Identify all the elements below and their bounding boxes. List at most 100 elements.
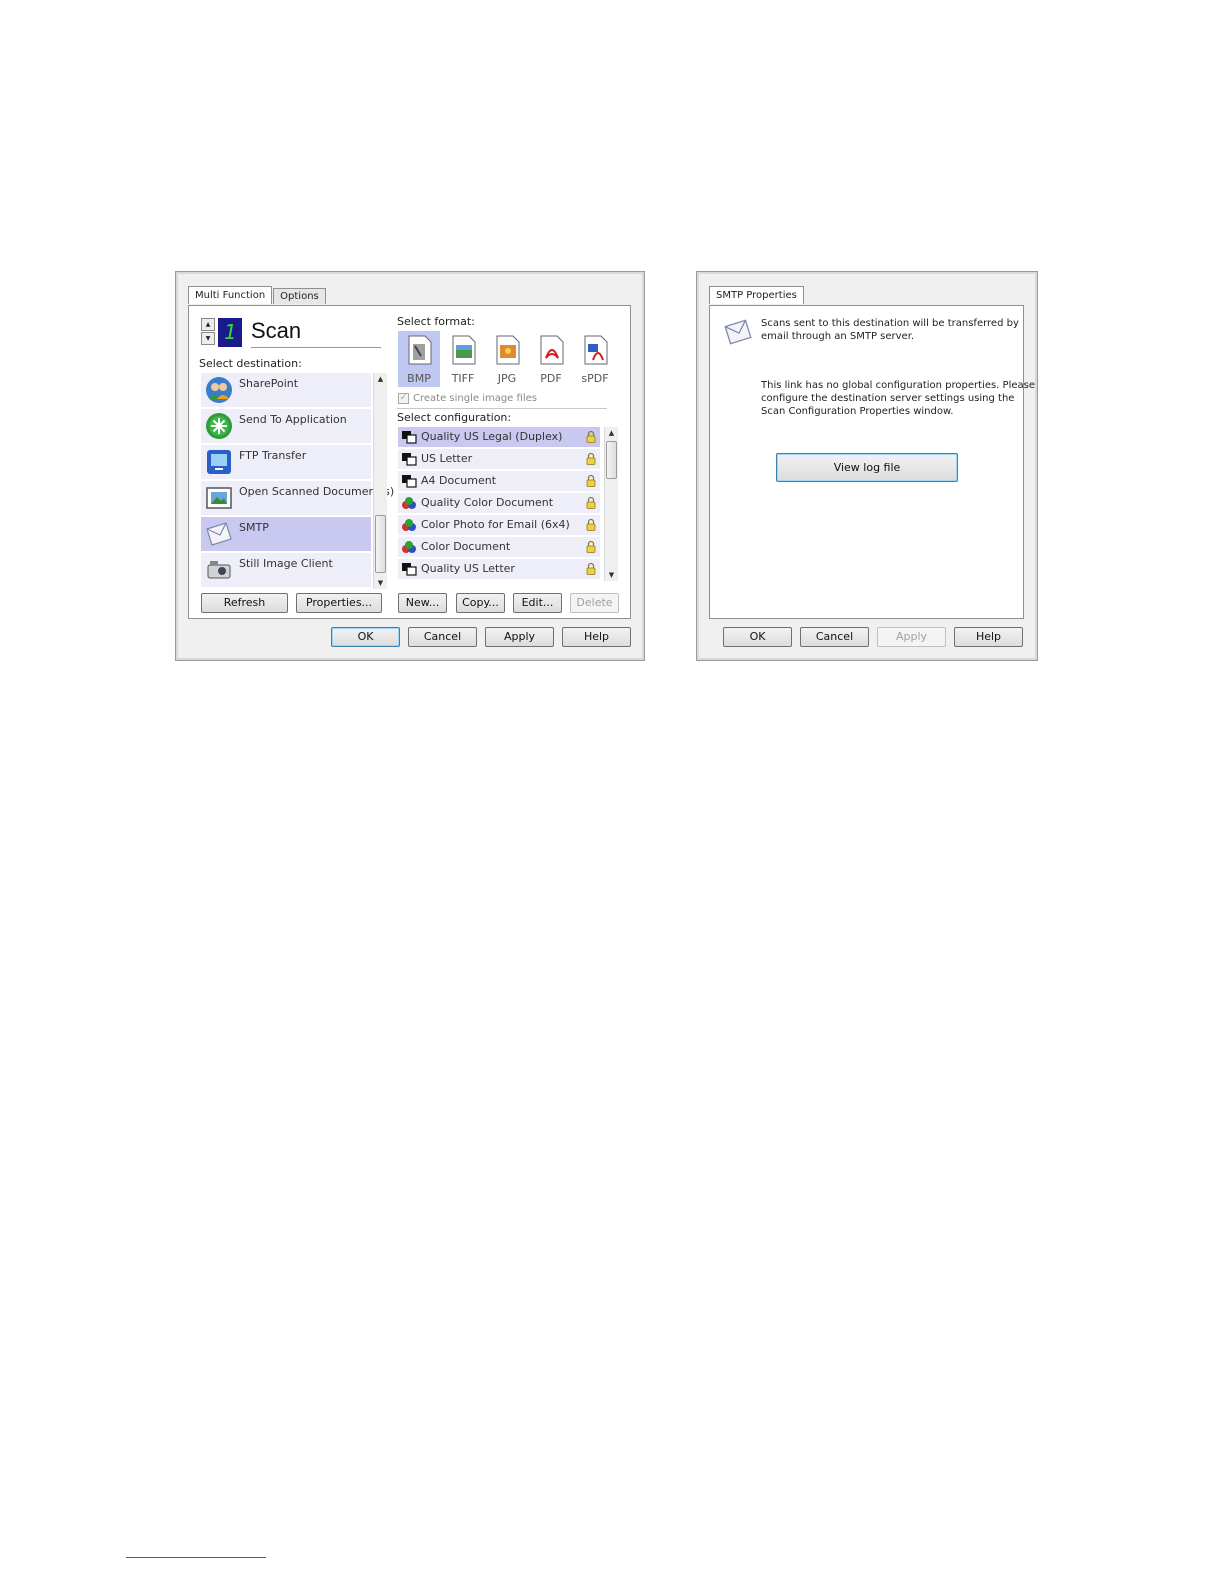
black-white-scan-icon [402, 453, 417, 466]
open-document-icon [206, 487, 232, 509]
scroll-thumb[interactable] [606, 441, 617, 479]
pdf-file-icon [540, 335, 564, 365]
help-button[interactable]: Help [562, 627, 631, 647]
configuration-scrollbar[interactable]: ▲ ▼ [604, 427, 618, 581]
select-format-label: Select format: [397, 315, 475, 328]
format-label: TIFF [451, 372, 475, 385]
destination-spinner[interactable]: ▲ ▼ [201, 318, 215, 346]
lock-icon [586, 518, 596, 531]
new-configuration-button[interactable]: New... [398, 593, 447, 613]
tiff-file-icon [452, 335, 476, 365]
format-label: PDF [540, 372, 562, 385]
color-scan-icon [402, 497, 416, 509]
scroll-down-arrow[interactable]: ▼ [374, 577, 387, 589]
multi-function-panel: ▲ ▼ 1 Scan Select destination: SharePoin… [188, 305, 631, 619]
one-touch-properties-window: Multi Function Options ▲ ▼ 1 Scan Select… [175, 271, 645, 661]
destination-item[interactable]: SharePoint [201, 373, 371, 407]
ok-button[interactable]: OK [331, 627, 400, 647]
destination-item[interactable]: Send To Application [201, 409, 371, 443]
scroll-up-arrow[interactable]: ▲ [605, 427, 618, 439]
delete-configuration-button[interactable]: Delete [570, 593, 619, 613]
scroll-up-arrow[interactable]: ▲ [374, 373, 387, 385]
configuration-label: US Letter [421, 452, 473, 465]
destination-item[interactable]: Still Image Client [201, 553, 371, 587]
destination-item[interactable]: FTP Transfer [201, 445, 371, 479]
still-image-client-icon [207, 561, 231, 579]
cancel-button[interactable]: Cancel [800, 627, 869, 647]
config-note-line1: This link has no global configuration pr… [761, 380, 1035, 391]
apply-button[interactable]: Apply [485, 627, 554, 647]
format-jpg[interactable]: JPG [486, 331, 528, 387]
destination-label: SMTP [239, 521, 269, 534]
smtp-envelope-icon [724, 319, 752, 345]
create-single-files-checkbox[interactable]: ✓ [398, 393, 409, 404]
cancel-button[interactable]: Cancel [408, 627, 477, 647]
scan-label: Scan [251, 318, 302, 343]
lock-icon [586, 540, 596, 553]
scroll-down-arrow[interactable]: ▼ [605, 569, 618, 581]
tab-smtp-properties[interactable]: SMTP Properties [709, 286, 804, 304]
destination-list[interactable]: SharePoint Send To Application FTP Trans… [201, 373, 394, 589]
tab-multi-function[interactable]: Multi Function [188, 286, 273, 304]
smtp-envelope-icon [206, 522, 232, 546]
help-button[interactable]: Help [954, 627, 1023, 647]
smtp-properties-panel: Scans sent to this destination will be t… [709, 305, 1035, 619]
format-bmp[interactable]: BMP [398, 331, 440, 387]
destination-label: Open Scanned Document(s) [239, 485, 395, 498]
scan-underline [251, 347, 381, 348]
footnote-separator-line [126, 1557, 266, 1558]
configuration-item[interactable]: Quality Color Document [398, 493, 600, 513]
configuration-label: Quality US Letter [421, 562, 515, 575]
apply-button[interactable]: Apply [877, 627, 946, 647]
format-separator [397, 408, 607, 409]
spinner-up-button[interactable]: ▲ [201, 318, 215, 331]
format-label: JPG [497, 372, 517, 385]
smtp-description-line2: email through an SMTP server. [761, 331, 915, 342]
config-note-line2: configure the destination server setting… [761, 393, 1015, 404]
edit-configuration-button[interactable]: Edit... [513, 593, 562, 613]
configuration-item[interactable]: Quality US Letter [398, 559, 600, 579]
tab-strip: Multi Function Options [188, 286, 327, 304]
configuration-item[interactable]: US Letter [398, 449, 600, 469]
tab-strip: SMTP Properties [709, 286, 805, 304]
spinner-down-button[interactable]: ▼ [201, 332, 215, 345]
format-spdf[interactable]: sPDF [574, 331, 616, 387]
copy-configuration-button[interactable]: Copy... [456, 593, 505, 613]
configuration-label: Color Document [421, 540, 511, 553]
configuration-label: A4 Document [421, 474, 497, 487]
configuration-item[interactable]: A4 Document [398, 471, 600, 491]
destination-scrollbar[interactable]: ▲ ▼ [373, 373, 387, 589]
destination-item-selected[interactable]: SMTP [201, 517, 371, 551]
properties-button[interactable]: Properties... [296, 593, 382, 613]
configuration-item-selected[interactable]: Quality US Legal (Duplex) [398, 427, 600, 447]
format-label: sPDF [581, 372, 609, 385]
select-destination-label: Select destination: [199, 357, 302, 370]
configuration-item[interactable]: Color Photo for Email (6x4) [398, 515, 600, 535]
ftp-transfer-icon [207, 450, 231, 474]
view-log-file-button[interactable]: View log file [776, 453, 958, 482]
lock-icon [586, 430, 596, 443]
format-tiff[interactable]: TIFF [442, 331, 484, 387]
select-configuration-label: Select configuration: [397, 411, 512, 424]
black-white-scan-icon [402, 563, 417, 576]
lock-icon [586, 562, 596, 575]
format-pdf[interactable]: PDF [530, 331, 572, 387]
configuration-label: Color Photo for Email (6x4) [421, 518, 570, 531]
destination-label: Send To Application [239, 413, 347, 426]
ok-button[interactable]: OK [723, 627, 792, 647]
smtp-properties-window: SMTP Properties Scans sent to this desti… [696, 271, 1038, 661]
black-white-scan-icon [402, 431, 417, 444]
configuration-list[interactable]: Quality US Legal (Duplex) US Letter A4 Doc… [398, 427, 620, 581]
destination-item[interactable]: Open Scanned Document(s) [201, 481, 394, 515]
configuration-label: Quality Color Document [421, 496, 554, 509]
color-scan-icon [402, 541, 416, 553]
refresh-button[interactable]: Refresh [201, 593, 288, 613]
format-selector: BMP TIFF JPG PDF sPDF [398, 331, 616, 387]
format-label: BMP [407, 372, 431, 385]
scroll-thumb[interactable] [375, 515, 386, 573]
configuration-item[interactable]: Color Document [398, 537, 600, 557]
jpg-file-icon [496, 335, 520, 365]
configuration-label: Quality US Legal (Duplex) [421, 430, 563, 443]
tab-options[interactable]: Options [273, 288, 326, 304]
create-single-files-label: Create single image files [413, 393, 537, 404]
